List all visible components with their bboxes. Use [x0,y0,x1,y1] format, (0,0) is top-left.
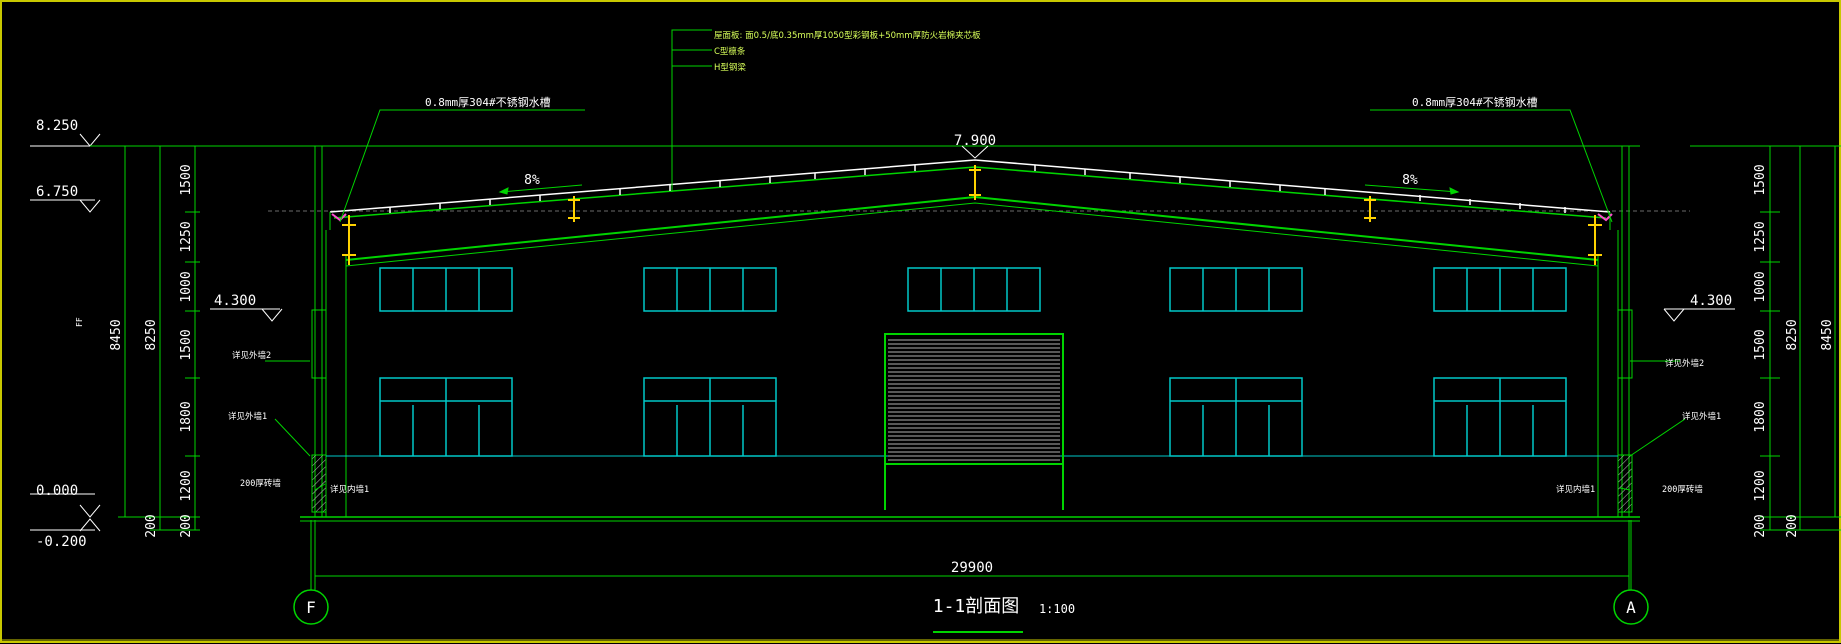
svg-text:1800: 1800 [179,401,194,432]
left-vertical-dim-labels: 8450 8250 1500 1250 1000 1500 1800 1200 … [109,164,194,537]
note-left-brick: 200厚砖墙 [240,478,281,489]
svg-text:200: 200 [144,514,159,537]
svg-text:1500: 1500 [179,164,194,195]
grid-label-left: F [306,598,316,617]
level-0000: 0.000 [36,483,78,499]
slope-label-right: 8% [1402,173,1418,188]
level-8250: 8.250 [36,118,78,134]
svg-text:1500: 1500 [1753,329,1768,360]
note-left-inner1: 详见内墙1 [330,484,369,495]
roof-callout-line3: H型钢梁 [714,62,746,73]
drawing-scale: 1:100 [1039,602,1075,616]
note-right-wall2: 详见外墙2 [1665,358,1704,369]
overall-dimension: 29900 [951,560,993,576]
note-left-wall1: 详见外墙1 [228,411,267,422]
svg-text:8250: 8250 [144,319,159,350]
roof [329,159,1611,267]
right-wall [1597,146,1633,517]
svg-text:200: 200 [1753,514,1768,537]
note-right-wall1: 详见外墙1 [1682,411,1721,422]
note-right-inner1: 详见内墙1 [1556,484,1595,495]
level-6750: 6.750 [36,184,78,200]
grid-label-right: A [1626,598,1636,617]
svg-text:1500: 1500 [179,329,194,360]
svg-text:8250: 8250 [1785,319,1800,350]
note-left-wall2: 详见外墙2 [232,350,271,361]
level-minus0200: -0.200 [36,534,87,550]
svg-text:1000: 1000 [1753,271,1768,302]
svg-text:200: 200 [179,514,194,537]
sheet-border [0,0,1841,643]
door-slats [888,339,1060,461]
svg-text:1200: 1200 [1753,470,1768,501]
ridge-level: 7.900 [954,133,996,149]
section-drawing: 7.900 8% 8% 屋面板: 面0.5/底0.35mm厚1050型彩钢板+5… [0,0,1841,643]
roof-callout-line2: C型檩条 [714,46,746,57]
slope-label-left: 8% [524,173,540,188]
note-right-brick: 200厚砖墙 [1662,484,1703,495]
level-4300-left: 4.300 [214,293,256,309]
roof-callout-line1: 屋面板: 面0.5/底0.35mm厚1050型彩钢板+50mm厚防火岩棉夹芯板 [714,30,981,41]
svg-text:1250: 1250 [1753,221,1768,252]
upper-windows [379,267,1567,312]
purlins [389,165,1566,213]
stray-label-left: FF [75,317,84,327]
svg-text:200: 200 [1785,514,1800,537]
gutter-label-left: 0.8mm厚304#不锈钢水槽 [425,96,551,109]
overall-dim-line [314,520,1630,590]
svg-text:1000: 1000 [179,271,194,302]
left-wall [311,146,347,517]
svg-text:1250: 1250 [179,221,194,252]
gutter-label-right: 0.8mm厚304#不锈钢水槽 [1412,96,1538,109]
svg-text:1200: 1200 [179,470,194,501]
svg-text:1800: 1800 [1753,401,1768,432]
drawing-title: 1-1剖面图 [933,596,1020,617]
level-4300-right: 4.300 [1690,293,1732,309]
gutters [331,213,1613,222]
svg-text:8450: 8450 [1820,319,1835,350]
right-vertical-dim-labels: 1500 1250 1000 1500 1800 1200 200 8250 2… [1753,164,1835,537]
svg-text:8450: 8450 [109,319,124,350]
svg-text:1500: 1500 [1753,164,1768,195]
